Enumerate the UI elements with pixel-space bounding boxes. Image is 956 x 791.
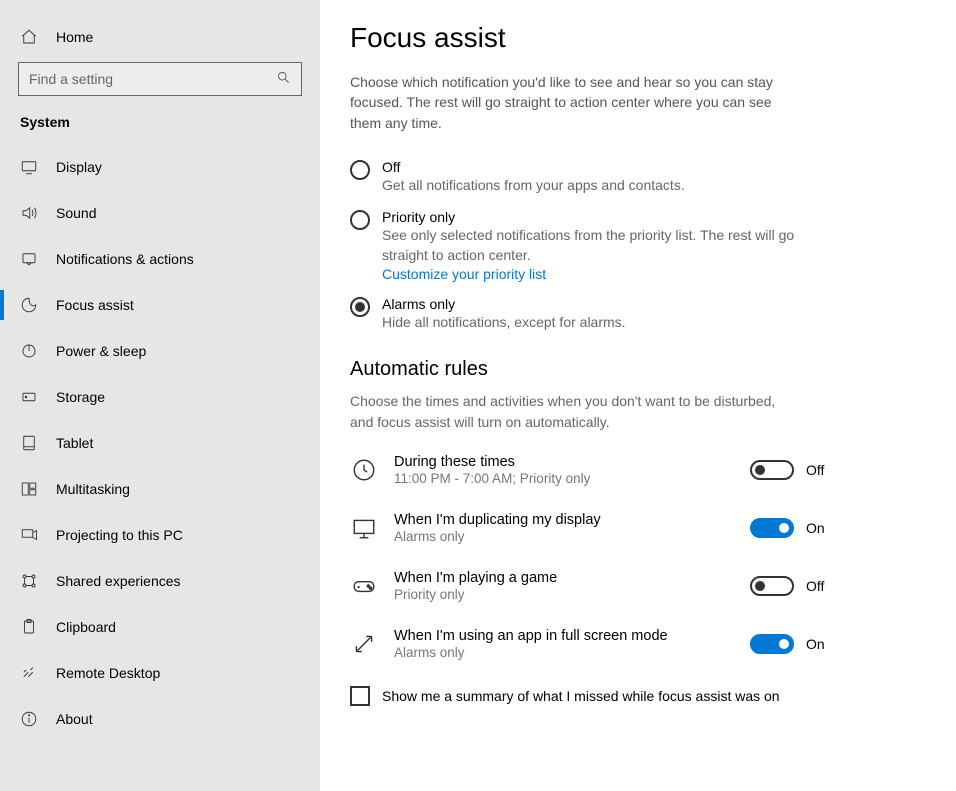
automatic-rules-desc: Choose the times and activities when you… bbox=[350, 391, 780, 432]
sidebar-item-label: Multitasking bbox=[56, 481, 130, 497]
clipboard-icon bbox=[20, 618, 38, 636]
display-icon bbox=[20, 158, 38, 176]
sidebar-item-label: Projecting to this PC bbox=[56, 527, 183, 543]
home-label: Home bbox=[56, 29, 93, 45]
sidebar-item-power-sleep[interactable]: Power & sleep bbox=[0, 328, 320, 374]
sidebar: Home System Display Sound Notifications … bbox=[0, 0, 320, 791]
monitor-icon bbox=[350, 514, 378, 542]
rule-title: When I'm duplicating my display bbox=[394, 512, 734, 528]
radio-label: Priority only bbox=[382, 209, 820, 225]
rule-sub: 11:00 PM - 7:00 AM; Priority only bbox=[394, 471, 734, 486]
rule-title: When I'm playing a game bbox=[394, 570, 734, 586]
sidebar-item-label: Display bbox=[56, 159, 102, 175]
rule-sub: Priority only bbox=[394, 587, 734, 602]
page-title: Focus assist bbox=[350, 22, 926, 54]
sidebar-item-clipboard[interactable]: Clipboard bbox=[0, 604, 320, 650]
search-wrap bbox=[0, 56, 320, 110]
gamepad-icon bbox=[350, 572, 378, 600]
radio-desc: Hide all notifications, except for alarm… bbox=[382, 313, 820, 333]
home-button[interactable]: Home bbox=[0, 18, 320, 56]
rule-sub: Alarms only bbox=[394, 529, 734, 544]
checkbox-icon bbox=[350, 686, 370, 706]
sidebar-item-label: Notifications & actions bbox=[56, 251, 194, 267]
toggle-state-label: On bbox=[806, 636, 830, 652]
rule-toggle[interactable] bbox=[750, 576, 794, 596]
sidebar-item-about[interactable]: About bbox=[0, 696, 320, 742]
sidebar-item-sound[interactable]: Sound bbox=[0, 190, 320, 236]
power-icon bbox=[20, 342, 38, 360]
toggle-state-label: Off bbox=[806, 578, 830, 594]
storage-icon bbox=[20, 388, 38, 406]
page-intro: Choose which notification you'd like to … bbox=[350, 72, 790, 133]
search-icon bbox=[266, 70, 301, 88]
summary-checkbox-row[interactable]: Show me a summary of what I missed while… bbox=[350, 686, 926, 706]
rule-fullscreen-app[interactable]: When I'm using an app in full screen mod… bbox=[350, 628, 830, 660]
tablet-icon bbox=[20, 434, 38, 452]
sidebar-item-label: About bbox=[56, 711, 93, 727]
rule-playing-game[interactable]: When I'm playing a game Priority only Of… bbox=[350, 570, 830, 602]
toggle-state-label: Off bbox=[806, 462, 830, 478]
radio-desc: Get all notifications from your apps and… bbox=[382, 176, 820, 196]
summary-checkbox-label: Show me a summary of what I missed while… bbox=[382, 688, 780, 704]
sidebar-item-focus-assist[interactable]: Focus assist bbox=[0, 282, 320, 328]
radio-circle-icon bbox=[350, 297, 370, 317]
radio-circle-icon bbox=[350, 210, 370, 230]
customize-priority-link[interactable]: Customize your priority list bbox=[382, 266, 820, 282]
sidebar-item-label: Remote Desktop bbox=[56, 665, 160, 681]
projecting-icon bbox=[20, 526, 38, 544]
rule-toggle[interactable] bbox=[750, 460, 794, 480]
radio-circle-icon bbox=[350, 160, 370, 180]
radio-priority-only[interactable]: Priority only See only selected notifica… bbox=[350, 209, 820, 281]
sidebar-item-multitasking[interactable]: Multitasking bbox=[0, 466, 320, 512]
sidebar-item-label: Power & sleep bbox=[56, 343, 146, 359]
section-header: System bbox=[0, 110, 320, 144]
sidebar-item-display[interactable]: Display bbox=[0, 144, 320, 190]
main-content: Focus assist Choose which notification y… bbox=[320, 0, 956, 791]
rule-title: During these times bbox=[394, 454, 734, 470]
sidebar-item-tablet[interactable]: Tablet bbox=[0, 420, 320, 466]
focus-assist-icon bbox=[20, 296, 38, 314]
rule-toggle[interactable] bbox=[750, 634, 794, 654]
notifications-icon bbox=[20, 250, 38, 268]
rule-duplicating-display[interactable]: When I'm duplicating my display Alarms o… bbox=[350, 512, 830, 544]
sidebar-item-label: Sound bbox=[56, 205, 96, 221]
radio-off[interactable]: Off Get all notifications from your apps… bbox=[350, 159, 820, 196]
toggle-state-label: On bbox=[806, 520, 830, 536]
radio-label: Off bbox=[382, 159, 820, 175]
search-input[interactable] bbox=[19, 63, 266, 95]
clock-icon bbox=[350, 456, 378, 484]
sidebar-item-label: Tablet bbox=[56, 435, 93, 451]
about-icon bbox=[20, 710, 38, 728]
automatic-rules-heading: Automatic rules bbox=[350, 358, 926, 381]
rule-toggle[interactable] bbox=[750, 518, 794, 538]
search-box[interactable] bbox=[18, 62, 302, 96]
home-icon bbox=[20, 28, 38, 46]
rule-during-times[interactable]: During these times 11:00 PM - 7:00 AM; P… bbox=[350, 454, 830, 486]
sound-icon bbox=[20, 204, 38, 222]
sidebar-item-label: Shared experiences bbox=[56, 573, 181, 589]
fullscreen-icon bbox=[350, 630, 378, 658]
sidebar-item-notifications[interactable]: Notifications & actions bbox=[0, 236, 320, 282]
radio-label: Alarms only bbox=[382, 296, 820, 312]
sidebar-item-storage[interactable]: Storage bbox=[0, 374, 320, 420]
radio-desc: See only selected notifications from the… bbox=[382, 226, 820, 265]
sidebar-item-label: Storage bbox=[56, 389, 105, 405]
sidebar-item-remote-desktop[interactable]: Remote Desktop bbox=[0, 650, 320, 696]
rule-sub: Alarms only bbox=[394, 645, 734, 660]
rule-title: When I'm using an app in full screen mod… bbox=[394, 628, 734, 644]
sidebar-item-label: Clipboard bbox=[56, 619, 116, 635]
sidebar-item-projecting[interactable]: Projecting to this PC bbox=[0, 512, 320, 558]
radio-alarms-only[interactable]: Alarms only Hide all notifications, exce… bbox=[350, 296, 820, 333]
focus-mode-radio-group: Off Get all notifications from your apps… bbox=[350, 159, 926, 332]
remote-desktop-icon bbox=[20, 664, 38, 682]
sidebar-item-shared-experiences[interactable]: Shared experiences bbox=[0, 558, 320, 604]
multitasking-icon bbox=[20, 480, 38, 498]
shared-icon bbox=[20, 572, 38, 590]
sidebar-item-label: Focus assist bbox=[56, 297, 134, 313]
